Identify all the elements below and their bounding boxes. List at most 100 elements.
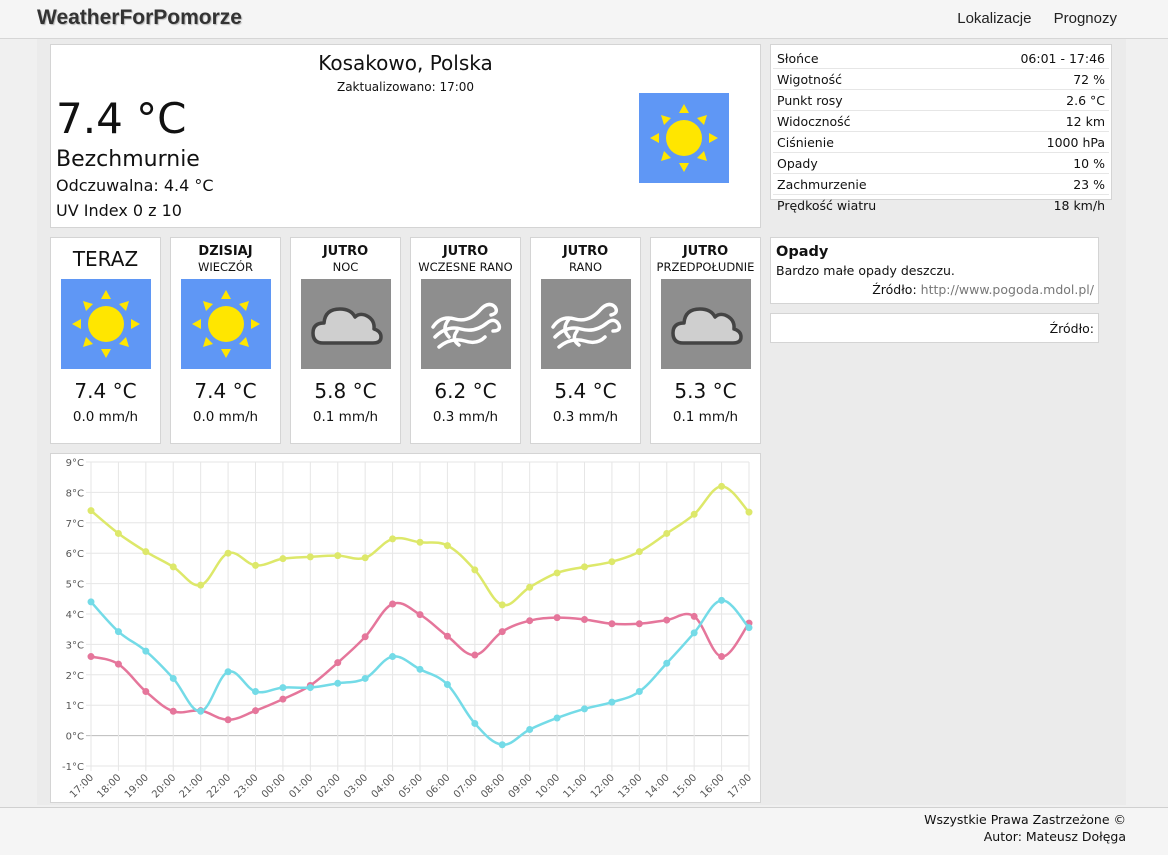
precip-source: Źródło: http://www.pogoda.mdol.pl/ — [872, 282, 1094, 297]
detail-value: 23 % — [953, 173, 1109, 195]
forecast-card-now: TERAZ 7.4 °C 0.0 mm/h — [50, 237, 161, 444]
detail-value: 72 % — [953, 68, 1109, 90]
detail-label: Punkt rosy — [773, 89, 954, 111]
data-point — [581, 705, 588, 713]
detail-label: Zachmurzenie — [773, 173, 954, 195]
nav-lokalizacje[interactable]: Lokalizacje — [957, 10, 1031, 27]
data-point — [87, 507, 95, 515]
temperature-chart: -1°C0°C1°C2°C3°C4°C5°C6°C7°C8°C9°C17:00 1… — [62, 458, 754, 801]
x-tick-label: 04:00 — [370, 772, 398, 800]
data-point — [608, 558, 616, 566]
x-tick-label: 07:00 — [452, 772, 480, 800]
author: Autor: Mateusz Dołęga — [983, 829, 1126, 844]
y-tick-label: 4°C — [66, 610, 84, 621]
data-point — [114, 628, 122, 636]
data-point — [416, 611, 424, 619]
data-point — [361, 633, 369, 641]
source-label: Źródło: — [1049, 321, 1094, 336]
x-tick-label: 12:00 — [589, 772, 617, 800]
y-tick-label: 6°C — [66, 549, 84, 560]
data-point — [498, 628, 506, 636]
forecast-card-evening: DZISIAJ WIECZÓR 7.4 °C 0.0 mm/h — [170, 237, 281, 444]
nav-prognozy[interactable]: Prognozy — [1054, 10, 1117, 27]
detail-value: 12 km — [953, 110, 1109, 132]
data-point — [389, 600, 397, 608]
forecast-card-night: JUTRO NOC 5.8 °C 0.1 mm/h — [290, 237, 401, 444]
forecast-subtitle: RANO — [568, 260, 603, 274]
source-label: Źródło: — [872, 282, 917, 297]
detail-row: Opady 10 % — [773, 152, 1109, 174]
detail-label: Ciśnienie — [773, 131, 954, 153]
data-point — [252, 688, 259, 696]
source-link[interactable]: http://www.pogoda.mdol.pl/ — [921, 282, 1094, 297]
forecast-title: JUTRO — [442, 244, 489, 259]
y-tick-label: 2°C — [66, 671, 84, 682]
data-point — [416, 665, 424, 673]
x-tick-label: 05:00 — [397, 772, 425, 800]
forecast-subtitle: NOC — [332, 260, 359, 274]
forecast-subtitle: PRZEDPOŁUDNIE — [656, 260, 755, 274]
brand-logo[interactable]: WeatherForPomorze — [37, 6, 242, 30]
detail-row: Wigotność 72 % — [773, 68, 1109, 90]
y-tick-label: 8°C — [66, 488, 84, 499]
forecast-rain: 0.0 mm/h — [192, 409, 259, 425]
cloud-icon — [661, 279, 751, 369]
y-tick-label: 1°C — [66, 701, 84, 712]
main-content: Kosakowo, Polska Zaktualizowano: 17:00 7… — [37, 39, 1126, 805]
data-point — [114, 660, 122, 668]
details-table: Słońce 06:01 - 17:46 Wigotność 72 % Punkt … — [773, 48, 1109, 215]
current-temperature: 7.4 °C — [56, 94, 187, 143]
detail-label: Widoczność — [773, 110, 954, 132]
data-point — [635, 688, 643, 696]
forecast-card-early-morning: JUTRO WCZESNE RANO 6.2 °C 0.3 mm/h — [410, 237, 521, 444]
y-tick-label: 3°C — [66, 640, 84, 651]
cloud-icon — [301, 279, 391, 369]
wind-icon — [421, 279, 511, 369]
detail-value: 18 km/h — [1053, 197, 1105, 213]
footer: Wszystkie Prawa Zastrzeżone © Autor: Mat… — [0, 807, 1168, 855]
x-tick-label: 02:00 — [315, 772, 343, 800]
data-point — [279, 684, 287, 692]
detail-value: 06:01 - 17:46 — [953, 48, 1109, 69]
x-tick-label: 00:00 — [260, 772, 288, 800]
forecast-card-morning: JUTRO RANO 5.4 °C 0.3 mm/h — [530, 237, 641, 444]
sun-icon — [181, 279, 271, 369]
precip-heading: Opady — [776, 244, 829, 260]
detail-label: Prędkość wiatru — [777, 197, 877, 213]
data-point — [306, 553, 314, 561]
data-point — [334, 679, 342, 687]
data-point — [745, 624, 753, 632]
detail-value: 1000 hPa — [953, 131, 1109, 153]
forecast-subtitle: WCZESNE RANO — [418, 260, 513, 274]
data-point — [498, 741, 506, 749]
detail-row: Prędkość wiatru 18 km/h — [773, 195, 1109, 216]
detail-row: Słońce 06:01 - 17:46 — [773, 48, 1109, 69]
detail-label: Wigotność — [773, 68, 954, 90]
data-point — [690, 629, 698, 637]
data-point — [608, 698, 616, 706]
forecast-temp: 7.4 °C — [74, 379, 137, 403]
data-point — [389, 535, 397, 543]
y-tick-label: 9°C — [66, 458, 84, 469]
forecast-rain: 0.0 mm/h — [72, 409, 139, 425]
detail-label: Słońce — [773, 48, 954, 69]
forecast-title: DZISIAJ — [198, 244, 253, 259]
forecast-temp: 5.4 °C — [554, 379, 617, 403]
data-point — [635, 548, 643, 556]
x-tick-label: 06:00 — [424, 772, 452, 800]
x-tick-label: 11:00 — [561, 772, 589, 800]
data-point — [169, 563, 177, 571]
data-point — [169, 674, 177, 682]
data-point — [663, 529, 671, 537]
uv-index: UV Index 0 z 10 — [56, 201, 182, 220]
data-point — [169, 707, 177, 715]
data-point — [279, 555, 287, 563]
y-tick-label: 5°C — [66, 580, 84, 591]
sun-icon — [639, 93, 729, 183]
y-tick-label: 7°C — [66, 519, 84, 530]
data-point — [471, 651, 479, 659]
forecast-temp: 6.2 °C — [434, 379, 497, 403]
data-point — [443, 681, 451, 689]
x-tick-label: 17:00 — [726, 772, 754, 800]
data-point — [471, 566, 479, 574]
